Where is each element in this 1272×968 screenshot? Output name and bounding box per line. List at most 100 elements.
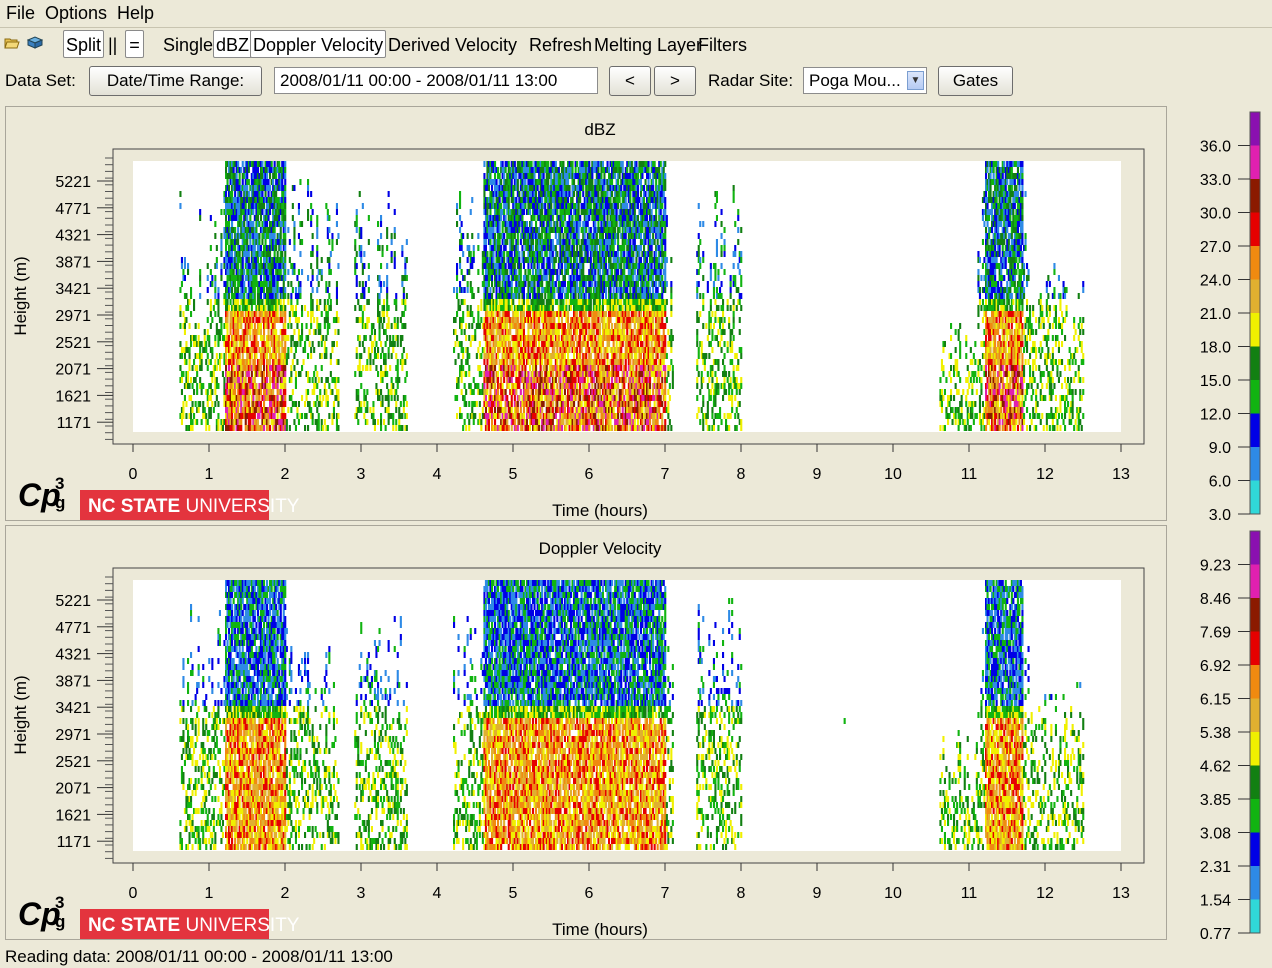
heatmap-cell <box>313 347 316 353</box>
heatmap-cell <box>367 215 370 221</box>
heatmap-cell <box>335 281 338 287</box>
heatmap-cell <box>316 221 319 227</box>
heatmap-cell <box>267 191 270 197</box>
heatmap-cell <box>354 305 357 311</box>
heatmap-cell <box>357 299 360 305</box>
heatmap-cell <box>179 287 182 293</box>
heatmap-cell <box>273 161 276 167</box>
heatmap-cell <box>527 275 530 281</box>
heatmap-cell <box>396 383 399 389</box>
folder-open-icon[interactable] <box>4 36 20 50</box>
doppler-velocity-button[interactable]: Doppler Velocity <box>250 30 387 58</box>
menu-options[interactable]: Options <box>45 3 107 24</box>
heatmap-cell <box>489 239 492 245</box>
heatmap-cell <box>322 425 325 431</box>
split-button[interactable]: Split <box>63 30 105 58</box>
heatmap-cell <box>313 317 316 323</box>
next-button[interactable]: > <box>654 66 696 96</box>
filters-button[interactable]: Filters <box>695 30 750 58</box>
heatmap-cell <box>535 341 538 347</box>
heatmap-cell <box>542 401 545 407</box>
heatmap-cell <box>519 407 522 413</box>
heatmap-cell <box>243 221 246 227</box>
heatmap-cell <box>180 389 183 395</box>
heatmap-cell <box>372 413 375 419</box>
heatmap-cell <box>284 239 287 245</box>
heatmap-cell <box>220 353 223 359</box>
heatmap-cell <box>380 353 383 359</box>
heatmap-cell <box>492 251 495 257</box>
radar-site-select[interactable]: Poga Mou... ▼ <box>803 67 927 94</box>
date-time-range-button[interactable]: Date/Time Range: <box>89 66 262 96</box>
heatmap-cell <box>335 293 338 299</box>
heatmap-cell <box>320 401 323 407</box>
heatmap-cell <box>272 389 275 395</box>
heatmap-cell <box>481 269 484 275</box>
heatmap-cell <box>209 269 212 275</box>
heatmap-cell <box>209 323 212 329</box>
heatmap-cell <box>355 263 358 269</box>
heatmap-cell <box>361 281 364 287</box>
refresh-button[interactable]: Refresh <box>526 30 595 58</box>
heatmap-cell <box>390 251 393 257</box>
heatmap-cell <box>541 233 544 239</box>
heatmap-cell <box>366 401 369 407</box>
heatmap-cell <box>500 401 503 407</box>
heatmap-cell <box>567 179 570 185</box>
chevron-down-icon[interactable]: ▼ <box>907 71 924 90</box>
date-range-field[interactable]: 2008/01/11 00:00 - 2008/01/11 13:00 <box>274 67 598 94</box>
heatmap-cell <box>258 221 261 227</box>
dbz-button[interactable]: dBZ <box>213 30 253 58</box>
menu-help[interactable]: Help <box>117 3 154 24</box>
heatmap-cell <box>468 335 471 341</box>
heatmap-cell <box>468 371 471 377</box>
heatmap-cell <box>196 365 199 371</box>
heatmap-cell <box>319 299 322 305</box>
derived-velocity-button[interactable]: Derived Velocity <box>385 30 520 58</box>
heatmap-cell <box>296 359 299 365</box>
heatmap-cell <box>459 263 462 269</box>
heatmap-cell <box>240 323 243 329</box>
heatmap-cell <box>270 407 273 413</box>
heatmap-cell <box>258 395 261 401</box>
heatmap-cell <box>320 311 323 317</box>
heatmap-cell <box>459 305 462 311</box>
heatmap-cell <box>551 275 554 281</box>
heatmap-cell <box>311 305 314 311</box>
heatmap-cell <box>372 341 375 347</box>
heatmap-cell <box>554 413 557 419</box>
side-by-side-button[interactable]: || <box>105 30 120 58</box>
heatmap-cell <box>301 221 304 227</box>
heatmap-cell <box>206 365 209 371</box>
heatmap-cell <box>241 179 244 185</box>
heatmap-cell <box>393 317 396 323</box>
gates-button[interactable]: Gates <box>938 66 1013 96</box>
heatmap-cell <box>463 329 466 335</box>
heatmap-cell <box>209 305 212 311</box>
heatmap-cell <box>179 305 182 311</box>
heatmap-cell <box>358 335 361 341</box>
heatmap-cell <box>553 347 556 353</box>
melting-layer-button[interactable]: Melting Layer <box>591 30 705 58</box>
heatmap-cell <box>326 425 329 431</box>
menu-file[interactable]: File <box>6 3 35 24</box>
heatmap-cell <box>366 359 369 365</box>
heatmap-cell <box>220 209 223 215</box>
heatmap-cell <box>462 365 465 371</box>
heatmap-cell <box>386 227 389 233</box>
single-button[interactable]: Single <box>160 30 216 58</box>
save-icon[interactable] <box>27 36 43 50</box>
heatmap-cell <box>477 383 480 389</box>
heatmap-cell <box>279 299 282 305</box>
previous-button[interactable]: < <box>609 66 651 96</box>
heatmap-cell <box>290 377 293 383</box>
heatmap-cell <box>241 371 244 377</box>
heatmap-cell <box>335 341 338 347</box>
heatmap-cell <box>469 209 472 215</box>
heatmap-cell <box>258 413 261 419</box>
stacked-button[interactable]: = <box>125 30 144 58</box>
heatmap-cell <box>211 377 214 383</box>
heatmap-cell <box>380 221 383 227</box>
heatmap-cell <box>510 251 513 257</box>
heatmap-cell <box>468 401 471 407</box>
